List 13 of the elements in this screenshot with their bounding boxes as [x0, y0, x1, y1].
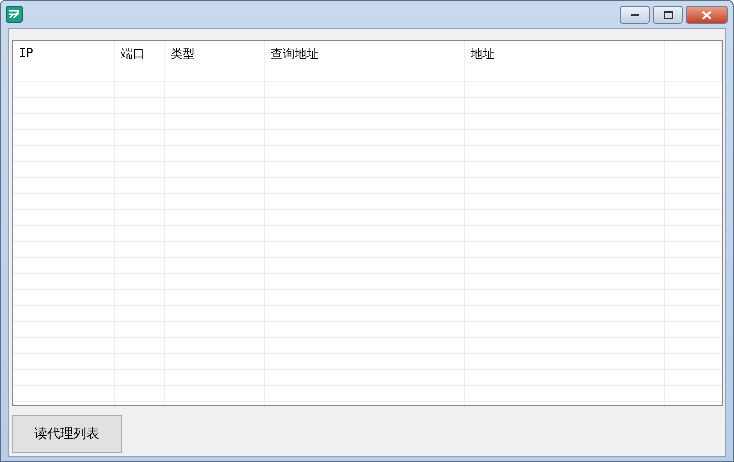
maximize-icon — [664, 11, 672, 19]
column-header[interactable]: 端口 — [115, 41, 165, 81]
close-button[interactable] — [686, 6, 728, 24]
column-header[interactable]: IP — [13, 41, 115, 81]
minimize-icon — [631, 14, 639, 16]
maximize-button[interactable] — [653, 6, 683, 24]
app-icon — [6, 6, 23, 23]
close-icon — [702, 10, 712, 20]
read-list-button[interactable]: 读代理列表 — [12, 415, 122, 453]
minimize-button[interactable] — [620, 6, 650, 24]
column-header[interactable]: 地址 — [465, 41, 665, 81]
column-header[interactable]: 查询地址 — [265, 41, 465, 81]
column-header[interactable]: 类型 — [165, 41, 265, 81]
